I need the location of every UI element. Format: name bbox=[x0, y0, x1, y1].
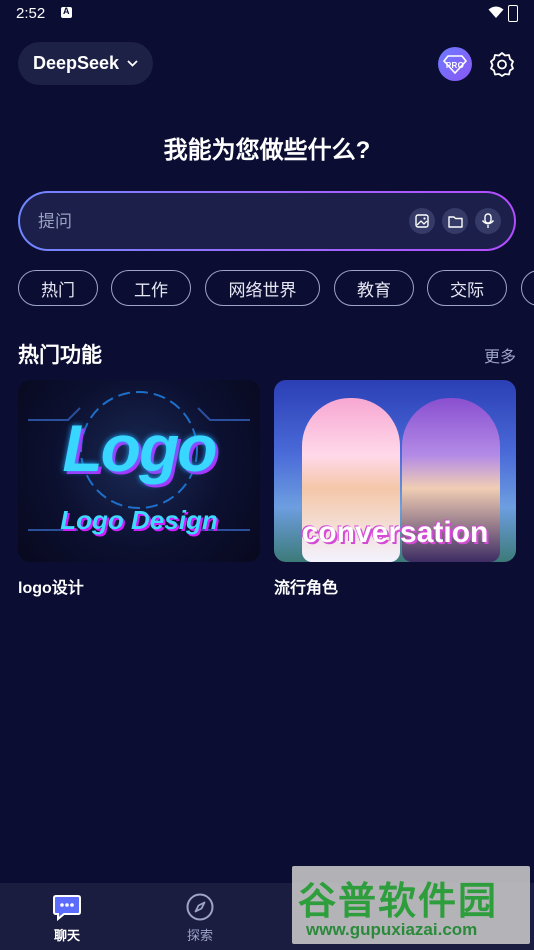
image-icon bbox=[415, 214, 429, 228]
chip-partial[interactable] bbox=[521, 270, 534, 306]
folder-icon bbox=[447, 215, 463, 228]
notification-a-icon bbox=[61, 6, 72, 18]
battery-icon bbox=[508, 5, 518, 22]
voice-input-button[interactable] bbox=[475, 208, 501, 234]
chevron-down-icon bbox=[127, 60, 138, 67]
conversation-art-text: conversation bbox=[301, 516, 489, 549]
image-upload-button[interactable] bbox=[409, 208, 435, 234]
model-name: DeepSeek bbox=[32, 53, 120, 73]
chat-bubble-icon bbox=[53, 895, 81, 922]
feature-card-role[interactable]: conversation 流行角色 bbox=[274, 380, 516, 598]
card-title: 流行角色 bbox=[274, 580, 339, 597]
file-upload-button[interactable] bbox=[442, 208, 468, 234]
watermark-url: www.gupuxiazai.com bbox=[306, 920, 478, 939]
watermark: 谷普软件园 www.gupuxiazai.com bbox=[292, 866, 530, 944]
nav-explore-label: 探索 bbox=[186, 928, 213, 943]
wifi-icon bbox=[488, 6, 504, 18]
logo-art-main: Logo bbox=[62, 411, 217, 485]
prompt-input[interactable] bbox=[36, 193, 380, 251]
chip-internet[interactable]: 网络世界 bbox=[205, 270, 320, 306]
prompt-box bbox=[18, 191, 516, 251]
chip-hot[interactable]: 热门 bbox=[18, 270, 98, 306]
logo-design-image: Logo Logo Design bbox=[18, 380, 260, 562]
pro-label: PRO bbox=[445, 60, 465, 70]
status-bar: 2:52 bbox=[0, 0, 534, 28]
model-selector[interactable]: DeepSeek bbox=[18, 42, 153, 85]
prompt-inner bbox=[20, 193, 514, 251]
gear-icon[interactable] bbox=[489, 51, 515, 77]
chip-education[interactable]: 教育 bbox=[334, 270, 414, 306]
nav-explore[interactable]: 探索 bbox=[160, 883, 240, 950]
feature-card-logo[interactable]: Logo Logo Design logo设计 bbox=[18, 380, 260, 598]
logo-art-sub: Logo Design bbox=[60, 505, 218, 535]
card-title: logo设计 bbox=[18, 580, 84, 597]
nav-chat-label: 聊天 bbox=[53, 928, 80, 943]
microphone-icon bbox=[481, 213, 495, 228]
watermark-title: 谷普软件园 bbox=[298, 881, 499, 923]
pro-badge-button[interactable]: PRO bbox=[438, 47, 472, 81]
nav-chat[interactable]: 聊天 bbox=[27, 883, 107, 950]
status-time: 2:52 bbox=[16, 5, 46, 22]
category-chips: 热门 工作 网络世界 教育 交际 bbox=[18, 270, 534, 308]
chip-social[interactable]: 交际 bbox=[427, 270, 507, 306]
page-title: 我能为您做些什么? bbox=[163, 137, 371, 164]
compass-icon bbox=[186, 893, 214, 921]
more-link[interactable]: 更多 bbox=[484, 343, 516, 367]
anime-characters-image: conversation bbox=[274, 380, 516, 562]
section-title: 热门功能 bbox=[18, 344, 102, 367]
chip-work[interactable]: 工作 bbox=[111, 270, 191, 306]
